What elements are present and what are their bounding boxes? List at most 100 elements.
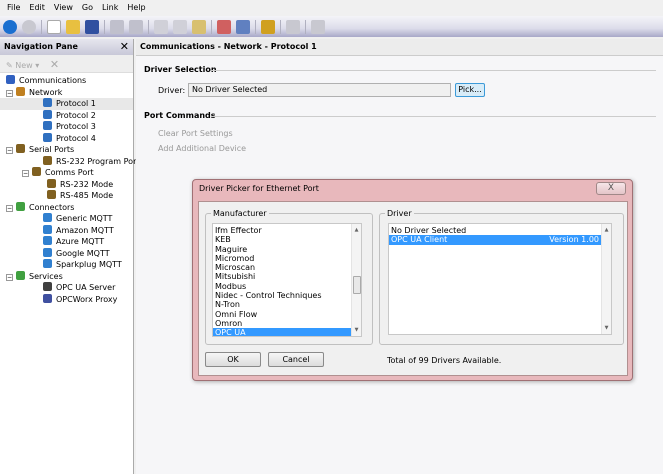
driver-item[interactable]: No Driver Selected — [389, 226, 601, 235]
collapse-icon[interactable]: − — [6, 89, 13, 97]
pick-button[interactable]: Pick... — [455, 83, 485, 97]
tree-item[interactable]: Google MQTT — [0, 247, 133, 260]
manufacturer-list[interactable]: Ifm Effector KEB Maguire Micromod Microscan M… — [212, 223, 362, 337]
spell-check-icon[interactable] — [217, 19, 231, 34]
tree-item-label: OPC UA Server — [56, 283, 116, 292]
manufacturer-scrollbar[interactable]: ▲ ▼ — [351, 224, 361, 336]
delete-icon[interactable]: ✕ — [50, 58, 59, 71]
driver-name: No Driver Selected — [391, 226, 467, 235]
manufacturer-item[interactable]: Maguire — [213, 245, 351, 254]
divider — [211, 70, 656, 71]
tree-item[interactable]: OPC UA Server — [0, 282, 133, 294]
manufacturer-item[interactable]: Omni Flow — [213, 310, 351, 319]
navigation-pane-header: Navigation Pane ✕ — [0, 39, 133, 55]
manufacturer-item[interactable]: Microscan — [213, 263, 351, 272]
cloud-icon — [43, 247, 52, 257]
tree-item-label: Generic MQTT — [56, 214, 113, 223]
tree-item[interactable]: Sparkplug MQTT — [0, 259, 133, 271]
tree-item[interactable]: OPCWorx Proxy — [0, 293, 133, 306]
collapse-icon[interactable]: − — [6, 204, 13, 212]
close-icon[interactable]: ✕ — [120, 40, 129, 53]
new-file-icon[interactable] — [47, 19, 61, 34]
driver-label: Driver: — [158, 86, 186, 95]
driver-field[interactable]: No Driver Selected — [188, 83, 451, 97]
monitor-icon[interactable] — [286, 19, 300, 34]
collapse-icon[interactable]: − — [6, 273, 13, 281]
manufacturer-item[interactable]: Ifm Effector — [213, 226, 351, 235]
collapse-icon[interactable]: − — [6, 147, 13, 154]
menu-file[interactable]: File — [7, 3, 20, 16]
find-icon[interactable] — [236, 19, 250, 34]
tree-item[interactable]: Protocol 2 — [0, 109, 133, 122]
manufacturer-item[interactable]: Mitsubishi — [213, 272, 351, 281]
tree-item[interactable]: − Serial Ports — [0, 144, 133, 156]
scrollbar-thumb[interactable] — [353, 276, 361, 294]
save-icon[interactable] — [85, 19, 99, 34]
tree-item-label: Google MQTT — [56, 248, 110, 258]
tree-item-label: Azure MQTT — [56, 237, 105, 246]
copy-icon[interactable] — [173, 19, 187, 34]
tree-item[interactable]: RS-232 Program Port — [0, 155, 140, 168]
menu-help[interactable]: Help — [127, 3, 145, 16]
manufacturer-item[interactable]: OPC UA — [213, 328, 351, 336]
clear-port-settings-link[interactable]: Clear Port Settings — [158, 129, 233, 138]
separator — [255, 19, 256, 34]
menu-edit[interactable]: Edit — [29, 3, 45, 16]
tree-item[interactable]: Communications — [0, 75, 133, 87]
cloud-icon — [43, 224, 52, 234]
tree-item[interactable]: RS-485 Mode — [0, 190, 133, 202]
menu-view[interactable]: View — [54, 3, 73, 16]
cut-icon[interactable] — [154, 19, 168, 34]
tree-item[interactable]: Generic MQTT — [0, 213, 133, 225]
dialog-close-button[interactable]: X — [596, 182, 626, 195]
undo-icon[interactable] — [110, 19, 124, 34]
driver-scrollbar[interactable]: ▲ ▼ — [601, 224, 611, 334]
manufacturer-item[interactable]: KEB — [213, 235, 351, 244]
tree-item[interactable]: − Connectors — [0, 201, 133, 214]
tree-item-label: RS-485 Mode — [60, 191, 114, 200]
tree-item[interactable]: Protocol 3 — [0, 121, 133, 133]
menu-go[interactable]: Go — [82, 3, 93, 16]
tree-item[interactable]: − Comms Port — [0, 167, 133, 179]
tree-item[interactable]: Azure MQTT — [0, 236, 133, 248]
dialog-title: Driver Picker for Ethernet Port — [199, 184, 319, 193]
manufacturer-item[interactable]: Nidec - Control Techniques — [213, 291, 351, 300]
forward-icon[interactable] — [22, 19, 36, 34]
driver-item[interactable]: OPC UA Client Version 1.00 — [389, 235, 601, 245]
toolbar — [0, 16, 663, 37]
tree-item-label: OPCWorx Proxy — [56, 294, 118, 304]
manufacturer-item[interactable]: Omron — [213, 319, 351, 328]
tree-item-label: Comms Port — [45, 168, 94, 177]
manufacturer-item[interactable]: Micromod — [213, 254, 351, 263]
add-additional-device-link[interactable]: Add Additional Device — [158, 144, 246, 153]
redo-icon[interactable] — [129, 19, 143, 34]
menu-link[interactable]: Link — [102, 3, 118, 16]
navigation-toolbar: ✎ New ▾ ✕ — [0, 55, 133, 73]
serial-port-icon — [32, 167, 41, 176]
tree-item-label: Serial Ports — [29, 145, 75, 154]
navigation-tree: Communications − Network Protocol 1 Protocol… — [0, 73, 140, 306]
collapse-icon[interactable]: − — [22, 170, 29, 177]
manufacturer-item[interactable]: Modbus — [213, 282, 351, 291]
tree-item[interactable]: RS-232 Mode — [0, 178, 133, 191]
new-button-label: New — [15, 61, 33, 70]
breadcrumb: Communications - Network - Protocol 1 — [136, 39, 663, 56]
paste-icon[interactable] — [192, 19, 206, 34]
tree-item[interactable]: Amazon MQTT — [0, 224, 133, 237]
tree-item[interactable]: − Services — [0, 270, 133, 283]
tree-item[interactable]: Protocol 1 — [0, 98, 133, 110]
separator — [148, 19, 149, 34]
tree-item[interactable]: Protocol 4 — [0, 132, 133, 145]
back-icon[interactable] — [3, 19, 17, 34]
manufacturer-item[interactable]: N-Tron — [213, 300, 351, 309]
new-button[interactable]: ✎ New ▾ — [6, 61, 39, 70]
menu-bar: File Edit View Go Link Help — [0, 0, 663, 16]
wand-icon[interactable] — [311, 19, 325, 34]
driver-list[interactable]: No Driver Selected OPC UA Client Version 1… — [388, 223, 612, 335]
ok-button[interactable]: OK — [205, 352, 261, 367]
link-icon[interactable] — [261, 19, 275, 34]
open-folder-icon[interactable] — [66, 19, 80, 34]
protocol-icon — [43, 98, 52, 107]
cancel-button[interactable]: Cancel — [268, 352, 324, 367]
tree-item[interactable]: − Network — [0, 86, 133, 99]
